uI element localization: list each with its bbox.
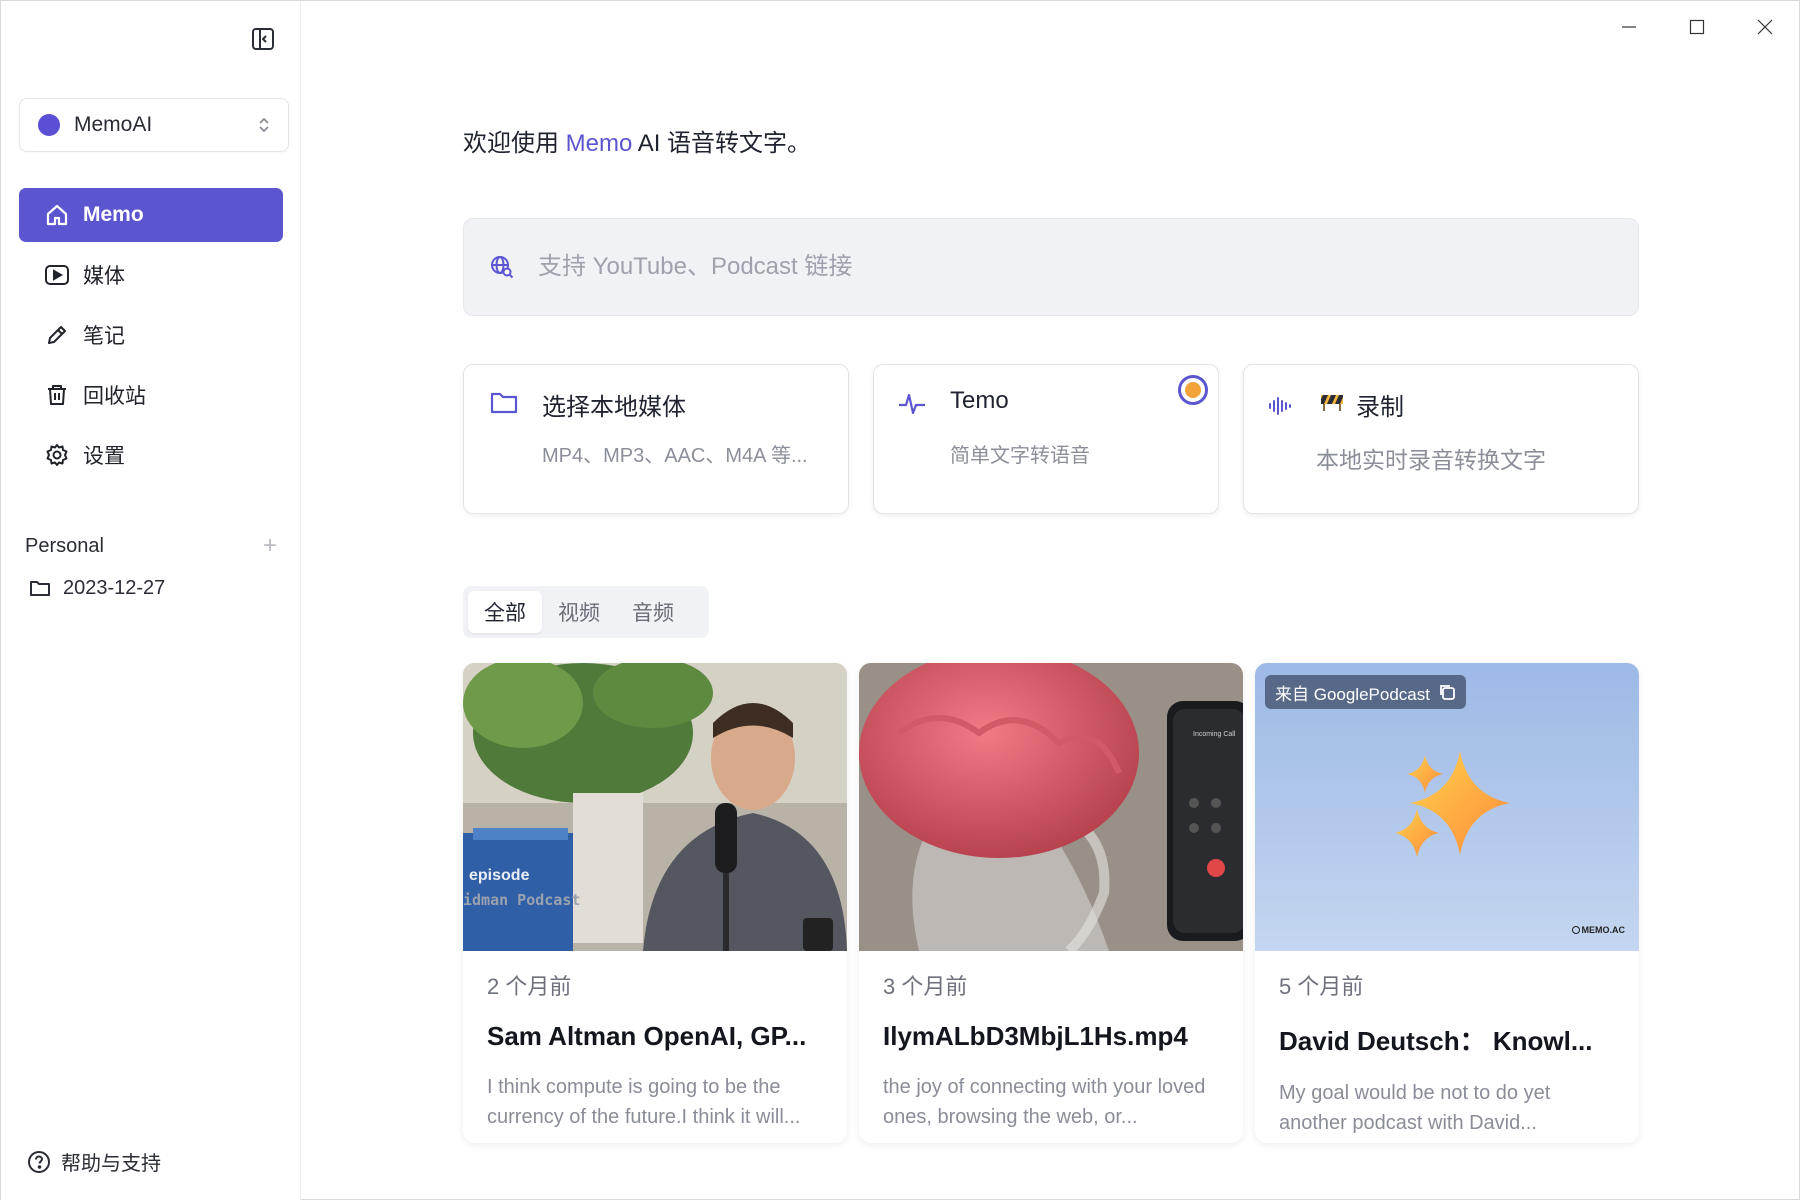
close-icon[interactable] <box>1731 1 1799 53</box>
maximize-icon[interactable] <box>1663 1 1731 53</box>
sidebar-item-label: 媒体 <box>83 265 125 288</box>
media-card-body: 2 个月前 Sam Altman OpenAI, GP... I think c… <box>487 969 827 1132</box>
media-description: I think compute is going to be the curre… <box>487 1076 801 1128</box>
workspace-avatar <box>38 114 60 136</box>
thumbnail-overlay-text: episode <box>469 867 530 884</box>
minimize-icon[interactable] <box>1595 1 1663 53</box>
folder-item[interactable]: 2023-12-27 <box>29 571 165 605</box>
media-card[interactable]: episode idman Podcast 2 个月前 Sam Altman O… <box>463 663 847 1143</box>
app-window: MemoAI Memo 媒体 笔记 回收站 设置 Personal + 2023… <box>0 0 1800 1200</box>
source-label: 来自 GooglePodcast <box>1275 684 1430 704</box>
sidebar-item-label: 设置 <box>83 445 125 468</box>
media-time: 5 个月前 <box>1279 974 1364 999</box>
filter-tabs: 全部 视频 音频 <box>463 586 709 638</box>
folder-label: 2023-12-27 <box>63 576 166 599</box>
media-description: the joy of connecting with your loved on… <box>883 1076 1206 1128</box>
folder-icon <box>490 389 518 415</box>
card-title: 录制 <box>1356 394 1404 421</box>
help-label: 帮助与支持 <box>61 1153 161 1175</box>
media-card-body: 5 个月前 David Deutsch： Knowl... My goal wo… <box>1279 969 1619 1138</box>
audio-wave-icon <box>1268 395 1292 417</box>
welcome-heading: 欢迎使用 Memo AI 语音转文字。 <box>463 123 811 158</box>
tab-video[interactable]: 视频 <box>542 591 616 633</box>
help-link[interactable]: 帮助与支持 <box>27 1147 161 1176</box>
watermark: MEMO.AC <box>1571 925 1626 935</box>
media-description: My goal would be not to do yet another p… <box>1279 1082 1551 1134</box>
card-subtitle: MP4、MP3、AAC、M4A 等... <box>542 445 808 467</box>
sidebar-item-notes[interactable]: 笔记 <box>19 308 283 362</box>
tab-audio[interactable]: 音频 <box>616 591 690 633</box>
media-thumbnail: 来自 GooglePodcast MEMO.AC <box>1255 663 1639 951</box>
workspace-name: MemoAI <box>74 113 153 136</box>
media-thumbnail: Incoming Call <box>859 663 1243 951</box>
source-badge: 来自 GooglePodcast <box>1265 675 1466 709</box>
sidebar-toggle-icon[interactable] <box>249 25 277 53</box>
record-card[interactable]: 录制 本地实时录音转换文字 <box>1243 364 1639 514</box>
status-indicator-icon <box>1178 375 1208 405</box>
card-title: Temo <box>950 387 1009 414</box>
media-card[interactable]: 来自 GooglePodcast MEMO.AC 5 个月前 David Deu… <box>1255 663 1639 1143</box>
trash-icon <box>43 381 71 409</box>
play-icon <box>43 261 71 289</box>
pencil-icon <box>43 321 71 349</box>
section-title: Personal <box>25 534 104 557</box>
welcome-prefix: 欢迎使用 <box>463 130 566 157</box>
thumbnail-overlay-text: idman Podcast <box>463 891 581 909</box>
link-input-box <box>463 218 1639 316</box>
chevron-updown-icon <box>258 116 270 134</box>
media-time: 3 个月前 <box>883 974 968 999</box>
gear-icon <box>43 441 71 469</box>
select-local-media-card[interactable]: 选择本地媒体 MP4、MP3、AAC、M4A 等... <box>463 364 849 514</box>
globe-search-icon <box>490 255 514 279</box>
sidebar-item-label: Memo <box>83 203 144 226</box>
media-time: 2 个月前 <box>487 974 572 999</box>
add-folder-button[interactable]: + <box>263 532 277 560</box>
workspace-select[interactable]: MemoAI <box>19 98 289 152</box>
window-controls <box>1595 1 1799 53</box>
media-title: David Deutsch： Knowl... <box>1279 1026 1593 1056</box>
card-subtitle: 简单文字转语音 <box>950 445 1090 467</box>
sidebar: MemoAI Memo 媒体 笔记 回收站 设置 Personal + 2023… <box>1 1 301 1200</box>
card-title: 选择本地媒体 <box>542 394 686 421</box>
phone-screen-text: Incoming Call <box>1193 731 1236 738</box>
media-title: Sam Altman OpenAI, GP... <box>487 1021 807 1051</box>
sidebar-item-media[interactable]: 媒体 <box>19 248 283 302</box>
watermark-text: MEMO.AC <box>1581 925 1626 935</box>
card-subtitle: 本地实时录音转换文字 <box>1316 447 1546 473</box>
tab-all[interactable]: 全部 <box>468 591 542 633</box>
home-icon <box>43 201 71 229</box>
copy-icon[interactable] <box>1438 683 1456 701</box>
sidebar-item-memo[interactable]: Memo <box>19 188 283 242</box>
media-card-body: 3 个月前 IlymALbD3MbjL1Hs.mp4 the joy of co… <box>883 969 1223 1132</box>
sidebar-item-label: 回收站 <box>83 385 146 408</box>
folder-icon <box>29 578 51 598</box>
sidebar-item-settings[interactable]: 设置 <box>19 428 283 482</box>
media-thumbnail: episode idman Podcast <box>463 663 847 951</box>
section-header-personal: Personal + <box>25 531 277 561</box>
sidebar-item-trash[interactable]: 回收站 <box>19 368 283 422</box>
pulse-icon <box>898 391 926 417</box>
sidebar-nav: Memo 媒体 笔记 回收站 设置 <box>19 188 283 488</box>
link-input[interactable] <box>538 253 1538 281</box>
media-title: IlymALbD3MbjL1Hs.mp4 <box>883 1021 1188 1051</box>
welcome-suffix: AI 语音转文字。 <box>632 130 812 157</box>
sidebar-item-label: 笔记 <box>83 325 125 348</box>
temo-card[interactable]: Temo 简单文字转语音 <box>873 364 1219 514</box>
help-icon <box>27 1150 51 1174</box>
welcome-accent: Memo <box>565 130 633 157</box>
media-card[interactable]: Incoming Call 3 个月前 IlymALbD3MbjL1Hs.mp4… <box>859 663 1243 1143</box>
construction-icon <box>1320 391 1344 413</box>
